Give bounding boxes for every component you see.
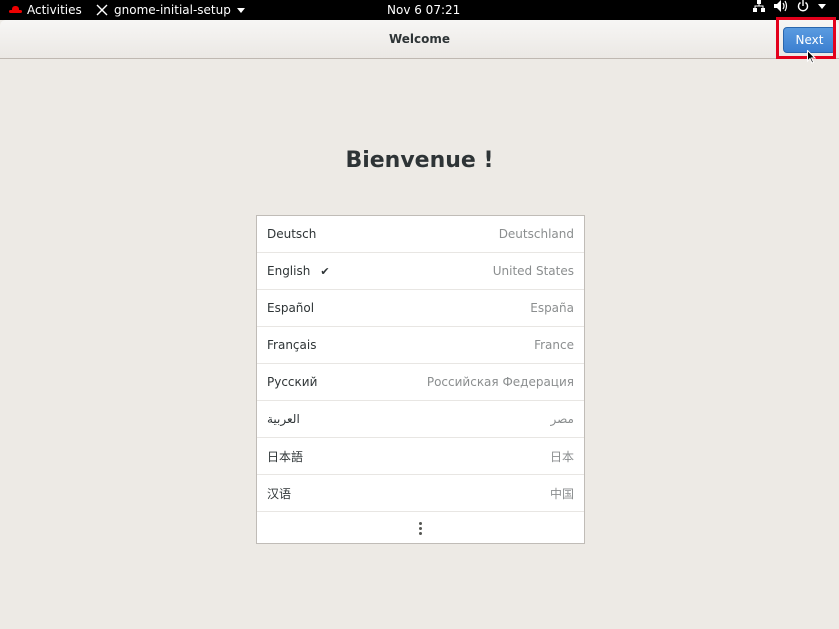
welcome-heading: Bienvenue !	[345, 148, 494, 173]
language-list: Deutsch Deutschland English ✔ United Sta…	[256, 215, 585, 544]
app-icon	[96, 4, 108, 16]
mouse-cursor-icon	[807, 50, 816, 64]
language-row-russian[interactable]: Русский Российская Федерация	[257, 364, 584, 401]
app-menu[interactable]: gnome-initial-setup	[96, 0, 245, 20]
language-region: United States	[492, 264, 574, 278]
activities-label: Activities	[27, 3, 82, 17]
language-row-espanol[interactable]: Español España	[257, 290, 584, 327]
language-region: France	[534, 338, 574, 352]
language-name: Русский	[267, 375, 318, 389]
language-name: العربية	[267, 412, 300, 426]
chevron-down-icon	[818, 3, 826, 9]
language-row-francais[interactable]: Français France	[257, 327, 584, 364]
red-hat-logo-icon	[9, 6, 22, 14]
app-menu-label: gnome-initial-setup	[114, 3, 231, 17]
chevron-down-icon	[236, 7, 245, 13]
language-row-english[interactable]: English ✔ United States	[257, 253, 584, 290]
power-icon	[797, 0, 809, 12]
network-icon	[753, 0, 765, 12]
window-title: Welcome	[388, 32, 451, 46]
activities-button[interactable]: Activities	[9, 0, 82, 20]
header-bar: Welcome	[0, 20, 839, 59]
language-name: English	[267, 264, 311, 278]
more-languages-button[interactable]	[257, 512, 584, 545]
language-row-chinese[interactable]: 汉语 中国	[257, 475, 584, 512]
language-name: 日本語	[267, 449, 304, 464]
top-bar: Activities gnome-initial-setup Nov 6 07:…	[0, 0, 839, 20]
clock[interactable]: Nov 6 07:21	[387, 0, 460, 20]
language-region: مصر	[550, 412, 574, 426]
language-name: Español	[267, 301, 315, 315]
more-vertical-icon	[419, 522, 422, 535]
language-region: Российская Федерация	[426, 375, 574, 389]
system-tray[interactable]	[753, 0, 826, 12]
language-region: Deutschland	[498, 227, 574, 241]
highlight-box	[776, 17, 836, 59]
language-name: Français	[267, 338, 317, 352]
checkmark-icon: ✔	[320, 264, 330, 278]
volume-icon	[774, 0, 788, 12]
language-name: 汉语	[267, 486, 292, 501]
language-name: Deutsch	[267, 227, 317, 241]
language-region: España	[530, 301, 574, 315]
language-row-deutsch[interactable]: Deutsch Deutschland	[257, 216, 584, 253]
language-region: 中国	[549, 486, 574, 501]
language-row-japanese[interactable]: 日本語 日本	[257, 438, 584, 475]
language-row-arabic[interactable]: العربية مصر	[257, 401, 584, 438]
language-region: 日本	[549, 449, 574, 464]
